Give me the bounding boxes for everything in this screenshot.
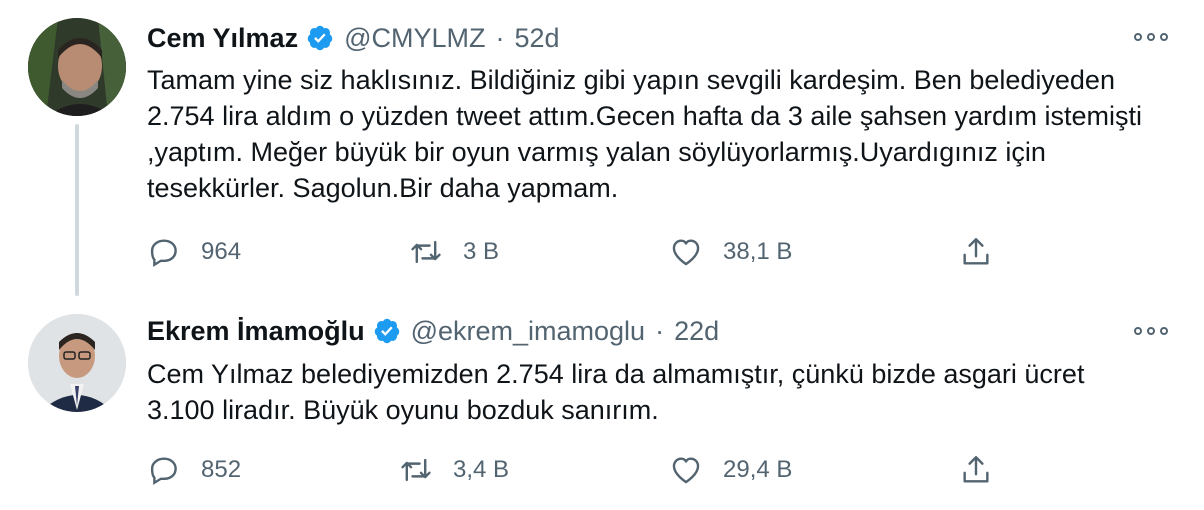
retweet-button[interactable]: 3 B — [409, 232, 499, 272]
more-options-icon[interactable] — [1134, 30, 1168, 44]
separator-dot: · — [495, 22, 505, 53]
more-dot — [1134, 33, 1142, 41]
retweet-count: 3,4 B — [453, 456, 510, 483]
tweet-text: Cem Yılmaz belediyemizden 2.754 lira da … — [147, 359, 1085, 425]
tweet-timestamp[interactable]: 22d — [674, 316, 719, 347]
reply-icon — [150, 457, 177, 485]
thread-connector-line — [75, 124, 79, 296]
like-count: 38,1 B — [723, 238, 793, 265]
tweet-header: Ekrem İmamoğlu @ekrem_imamoglu · 22d — [147, 311, 719, 351]
retweet-count: 3 B — [463, 238, 500, 265]
share-button[interactable] — [959, 450, 1013, 490]
verified-badge-icon — [374, 318, 399, 344]
tweet-header: Cem Yılmaz @CMYLMZ · 52d — [147, 18, 560, 58]
more-dot — [1147, 327, 1155, 335]
reply-button[interactable]: 964 — [147, 232, 241, 272]
reply-icon — [150, 239, 177, 267]
more-dot — [1160, 327, 1168, 335]
retweet-icon — [401, 458, 431, 482]
author-handle[interactable]: @CMYLMZ — [344, 23, 485, 54]
author-name[interactable]: Ekrem İmamoğlu — [147, 316, 365, 347]
share-icon — [963, 238, 989, 265]
share-icon — [963, 456, 989, 483]
like-button[interactable]: 38,1 B — [669, 232, 792, 272]
more-options-icon[interactable] — [1134, 324, 1168, 338]
author-name[interactable]: Cem Yılmaz — [147, 23, 298, 54]
author-handle[interactable]: @ekrem_imamoglu — [411, 316, 645, 347]
more-dot — [1134, 327, 1142, 335]
retweet-button[interactable]: 3,4 B — [399, 450, 509, 490]
retweet-icon — [411, 240, 441, 264]
tweet-text: Tamam yine siz haklısınız. Bildiğiniz gi… — [147, 65, 1143, 203]
tweet-ekrem-imamoglu[interactable]: Ekrem İmamoğlu @ekrem_imamoglu · 22d Cem… — [0, 300, 1204, 510]
reply-count: 852 — [201, 456, 242, 483]
avatar-ekrem-imamoglu[interactable] — [28, 314, 126, 412]
tweet-cem-yilmaz[interactable]: Cem Yılmaz @CMYLMZ · 52d Tamam yine siz … — [0, 0, 1204, 300]
more-dot — [1160, 33, 1168, 41]
share-button[interactable] — [959, 232, 1013, 272]
tweet-actions: 964 3 B 38,1 B — [147, 232, 1047, 272]
like-icon — [672, 239, 700, 266]
like-button[interactable]: 29,4 B — [669, 450, 792, 490]
more-dot — [1147, 33, 1155, 41]
tweet-actions: 852 3,4 B 29,4 B — [147, 450, 1047, 490]
tweet-timestamp[interactable]: 52d — [515, 23, 560, 54]
like-count: 29,4 B — [723, 456, 793, 483]
reply-count: 964 — [201, 238, 242, 265]
like-icon — [672, 457, 700, 484]
verified-badge-icon — [307, 25, 333, 51]
reply-button[interactable]: 852 — [147, 450, 241, 490]
separator-dot: · — [655, 315, 665, 346]
avatar-cem-yilmaz[interactable] — [28, 18, 126, 116]
